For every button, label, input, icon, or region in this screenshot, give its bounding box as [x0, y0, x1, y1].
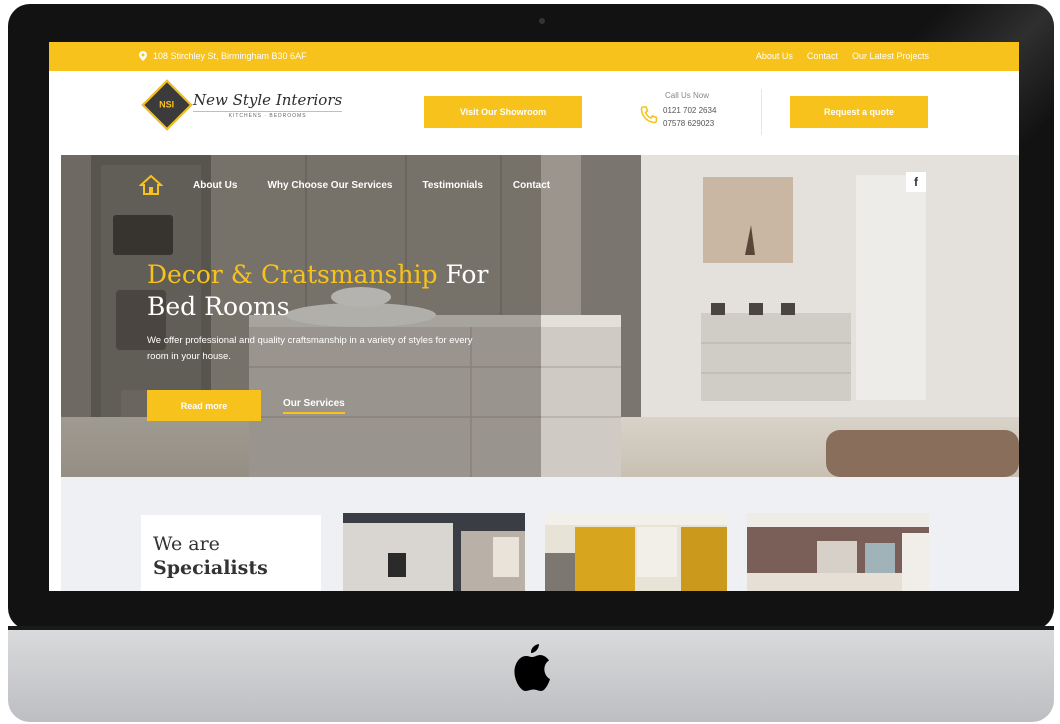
hero-title-for: For	[437, 260, 489, 289]
specialists-line1: We are	[153, 533, 220, 555]
header-divider	[761, 89, 762, 135]
phone-number-1[interactable]: 0121 702 2634	[663, 106, 716, 115]
specialists-line2: Specialists	[153, 557, 268, 579]
top-link-projects[interactable]: Our Latest Projects	[852, 51, 929, 61]
hero-title-accent: Decor & Cratsmanship	[147, 260, 438, 289]
nav-item-testimonials[interactable]: Testimonials	[423, 180, 483, 191]
call-us: Call Us Now 0121 702 2634 07578 629023	[639, 91, 749, 137]
phone-icon	[640, 106, 658, 124]
hero-banner: About Us Why Choose Our Services Testimo…	[61, 155, 1019, 477]
logo-initials: NSI	[159, 99, 175, 110]
logo-mark: NSI	[141, 79, 193, 131]
top-link-about[interactable]: About Us	[756, 51, 793, 61]
top-links: About Us Contact Our Latest Projects	[756, 51, 929, 61]
site-header: NSI New Style Interiors KITCHENS · BEDRO…	[49, 71, 1019, 155]
facebook-icon[interactable]: f	[906, 172, 926, 192]
home-icon[interactable]	[139, 173, 163, 197]
hero-title: Decor & Cratsmanship For Bed Rooms	[147, 259, 488, 323]
project-thumbnail-2[interactable]	[545, 513, 727, 591]
main-navigation: About Us Why Choose Our Services Testimo…	[139, 173, 580, 197]
site-logo[interactable]: NSI New Style Interiors KITCHENS · BEDRO…	[141, 79, 343, 131]
request-quote-button[interactable]: Request a quote	[790, 96, 928, 128]
specialists-section: We are Specialists	[61, 477, 1019, 591]
hero-title-line2: Bed Rooms	[147, 292, 290, 321]
address-text: 108 Stirchley St, Birmingham B30 6AF	[153, 51, 307, 61]
hero-subtitle: We offer professional and quality crafts…	[147, 335, 473, 362]
nav-item-about[interactable]: About Us	[193, 180, 237, 191]
apple-logo-icon	[514, 644, 550, 691]
call-title: Call Us Now	[665, 91, 710, 100]
phone-number-2[interactable]: 07578 629023	[663, 119, 714, 128]
logo-text: New Style Interiors KITCHENS · BEDROOMS	[193, 91, 343, 119]
address: 108 Stirchley St, Birmingham B30 6AF	[139, 51, 307, 61]
specialists-card: We are Specialists	[141, 515, 321, 591]
project-thumbnail-3[interactable]	[747, 513, 929, 591]
nav-item-why-choose[interactable]: Why Choose Our Services	[267, 180, 392, 191]
our-services-link[interactable]: Our Services	[283, 398, 345, 414]
top-info-bar: 108 Stirchley St, Birmingham B30 6AF Abo…	[49, 42, 1019, 71]
website-screen: 108 Stirchley St, Birmingham B30 6AF Abo…	[49, 42, 1019, 591]
project-thumbnail-1[interactable]	[343, 513, 525, 591]
nav-item-contact[interactable]: Contact	[513, 180, 550, 191]
read-more-button[interactable]: Read more	[147, 390, 261, 421]
visit-showroom-button[interactable]: Visit Our Showroom	[424, 96, 582, 128]
camera	[539, 18, 545, 24]
logo-name: New Style Interiors	[193, 91, 343, 109]
logo-tagline: KITCHENS · BEDROOMS	[193, 111, 343, 119]
location-pin-icon	[139, 51, 147, 61]
top-link-contact[interactable]: Contact	[807, 51, 838, 61]
